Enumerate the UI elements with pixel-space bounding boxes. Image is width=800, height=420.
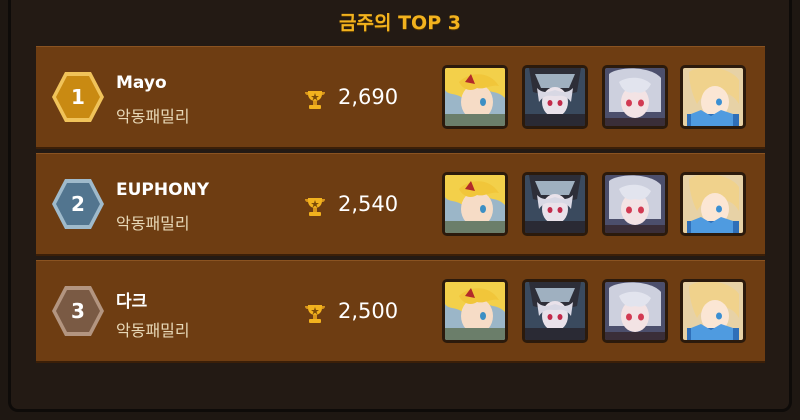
panel-title: 금주의 TOP 3	[339, 12, 461, 34]
ranking-row-1[interactable]: 1 Mayo 악동패밀리 2,690	[36, 46, 765, 149]
silver-hair-girl-portrait[interactable]	[602, 279, 668, 343]
guild-name: 악동패밀리	[116, 321, 190, 340]
rank-badge: 2	[51, 177, 105, 231]
silver-hair-girl-portrait[interactable]	[602, 172, 668, 236]
trophy-icon	[305, 198, 325, 216]
ranking-row-2[interactable]: 2 EUPHONY 악동패밀리 2,540	[36, 153, 765, 256]
trophy-score: 2,540	[338, 192, 399, 216]
ranking-row-3[interactable]: 3 다크 악동패밀리 2,500	[36, 260, 765, 363]
player-name: Mayo	[116, 73, 167, 93]
player-name: 다크	[116, 292, 148, 312]
trophy-score: 2,690	[338, 85, 399, 109]
blonde-hero-portrait[interactable]	[442, 279, 508, 343]
player-name: EUPHONY	[116, 180, 210, 200]
trophy-score: 2,500	[338, 299, 399, 323]
blonde-mage-portrait[interactable]	[680, 279, 746, 343]
guild-name: 악동패밀리	[116, 214, 190, 233]
rank-number: 1	[71, 85, 85, 109]
dark-knight-portrait[interactable]	[522, 279, 588, 343]
silver-hair-girl-portrait[interactable]	[602, 65, 668, 129]
blonde-mage-portrait[interactable]	[680, 172, 746, 236]
rank-badge: 1	[51, 70, 105, 124]
rank-number: 3	[71, 299, 85, 323]
blonde-hero-portrait[interactable]	[442, 172, 508, 236]
guild-name: 악동패밀리	[116, 107, 190, 126]
blonde-mage-portrait[interactable]	[680, 65, 746, 129]
dark-knight-portrait[interactable]	[522, 65, 588, 129]
rank-badge: 3	[51, 284, 105, 338]
trophy-icon	[305, 305, 325, 323]
blonde-hero-portrait[interactable]	[442, 65, 508, 129]
dark-knight-portrait[interactable]	[522, 172, 588, 236]
rank-number: 2	[71, 192, 85, 216]
trophy-icon	[305, 91, 325, 109]
